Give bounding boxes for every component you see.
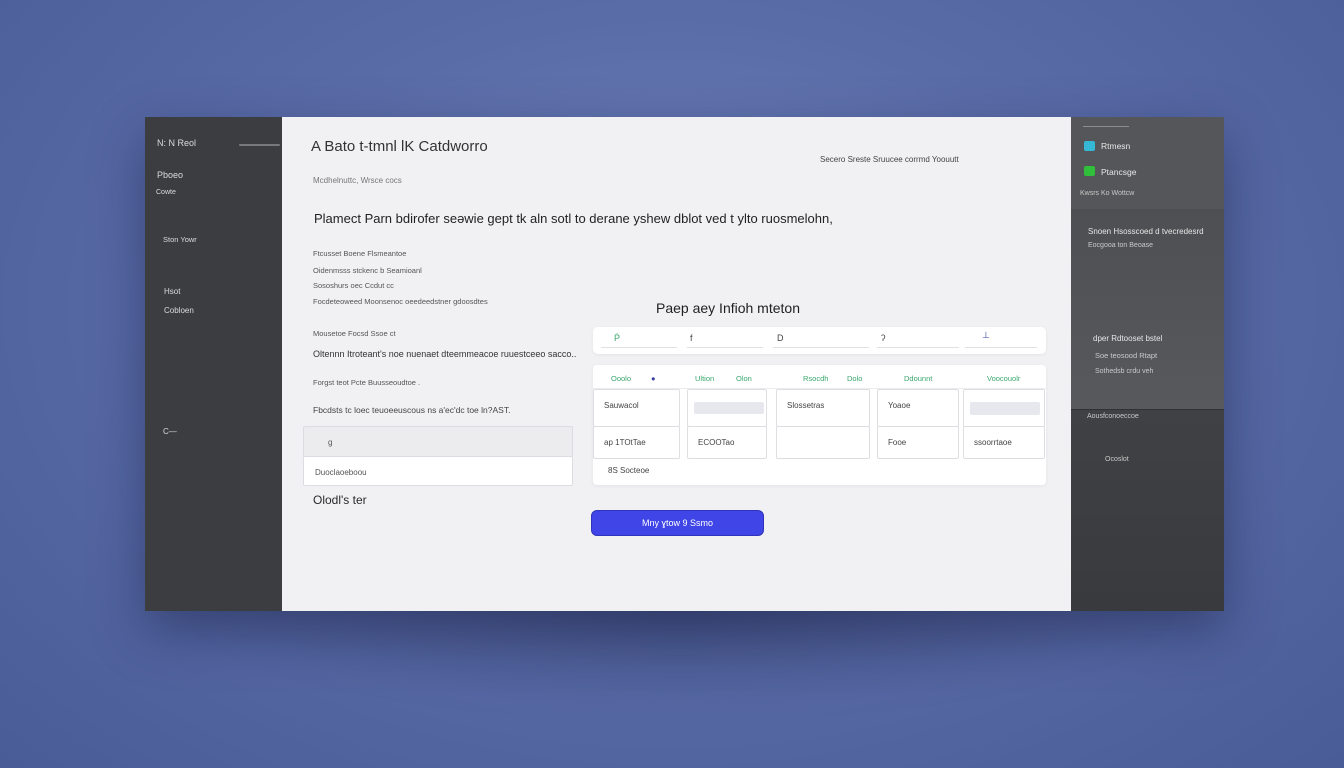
panel-item[interactable]: Ocoslot [1105,456,1129,463]
input-value: g [328,438,333,447]
data-table: Ooolo ● Ultion Olon Rsocdh Dolo Ddounnt … [593,365,1046,485]
note-text: Fbcdsts tc loec teuoeeuscous ns a'ec'dc … [313,405,511,415]
page-subtitle: Mcdhelnuttc, Wrsce cocs [313,176,402,185]
input-value: Duoclaoeboou [315,468,367,477]
note-text: Focdeteoweed Moonsenoc oeedeedstner gdoo… [313,297,488,306]
column-header[interactable]: Ooolo [611,374,631,383]
table-cell[interactable]: ssoorrtaoe [963,426,1045,459]
column-header[interactable]: Olon [736,374,752,383]
filter-field[interactable]: D [773,333,869,348]
sidebar-item[interactable]: Ston Yowr [163,235,197,244]
panel-divider [1083,126,1129,127]
table-cell[interactable]: ap 1TOtTae [593,426,680,459]
sidebar-item[interactable]: Cobloen [164,306,194,315]
column-header[interactable]: Voocouolr [987,374,1020,383]
panel-item[interactable]: Sothedsb crdu veh [1095,368,1153,375]
text-field[interactable]: Duoclaoeboou [303,456,573,486]
column-header[interactable]: Ddounnt [904,374,932,383]
table-cell[interactable]: Sauwacol [593,389,680,427]
right-panel-section: Snoen Hsosscoed d tvecredesrd Eocgooa to… [1071,209,1224,410]
sidebar-divider [239,144,280,146]
panel-item[interactable]: Rtmesn [1101,141,1130,151]
main-content: A Bato t-tmnl lK Catdworro Mcdhelnuttc, … [282,117,1071,611]
table-cell[interactable]: ECOOTao [687,426,767,459]
header-status: Secero Sreste Sruucee corrmd Yoouutt [820,155,959,164]
note-text: Ftcusset Boene Flsmeantoe [313,249,407,258]
panel-item[interactable]: Snoen Hsosscoed d tvecredesrd [1088,227,1204,236]
lead-text: Plamect Parn bdirofer seǝwie gept tk aln… [314,211,833,226]
table-cell[interactable]: Yoaoe [877,389,959,427]
sidebar-brand[interactable]: N: N Reol [157,138,196,148]
sidebar-item[interactable]: Cowte [156,189,176,196]
app-window: N: N Reol Pboeo Cowte Ston Yowr Hsot Cob… [145,117,1224,611]
filter-field[interactable]: f [687,333,763,348]
primary-action-button[interactable]: Mny ɣtow 9 Ssmo [591,510,764,536]
table-cell[interactable] [776,426,870,459]
section-label: Mousetoe Focsd Ssoe ct [313,329,396,338]
table-footer: 8S Socteoe [608,466,650,475]
panel-item[interactable]: Aousfconoeccoe [1087,413,1139,420]
sidebar-item[interactable]: Pboeo [157,170,183,180]
right-sidebar: Rtmesn Ptancsge Kwsrs Ko Wottcw Snoen Hs… [1071,117,1224,611]
left-sidebar: N: N Reol Pboeo Cowte Ston Yowr Hsot Cob… [145,117,282,611]
page-title: A Bato t-tmnl lK Catdworro [311,138,488,155]
panel-item[interactable]: Ptancsge [1101,167,1136,177]
column-header[interactable]: Ultion [695,374,714,383]
filter-field[interactable]: ⊥ [965,330,1037,348]
table-cell[interactable]: Slossetras [776,389,870,427]
panel-item[interactable]: Kwsrs Ko Wottcw [1080,190,1134,197]
filter-bar: Ṗ f D ʔ ⊥ [593,327,1046,354]
input-field[interactable]: g [303,426,573,457]
sidebar-item[interactable]: Hsot [164,287,180,296]
panel-item[interactable]: Soe teosood Rtapt [1095,351,1157,360]
column-header[interactable]: ● [651,374,656,383]
column-header[interactable]: Rsocdh [803,374,828,383]
feedback-label: Olodl's ter [313,493,367,507]
note-text: Oltennn Itroteant's noe nuenaet dteemmea… [313,349,577,359]
table-cell[interactable] [687,389,767,427]
filter-field[interactable]: ʔ [877,333,959,348]
filter-field[interactable]: Ṗ [601,333,677,348]
note-text: Forgst teot Pcte Buusseoudtoe . [313,378,421,387]
check-icon [1084,166,1095,176]
sidebar-item[interactable]: C— [163,427,177,436]
right-panel-section: Rtmesn Ptancsge Kwsrs Ko Wottcw [1071,117,1224,210]
table-cell[interactable]: Fooe [877,426,959,459]
panel-item[interactable]: dper Rdtooset bstel [1093,334,1162,343]
panel-title: Paep aey Infioh mteton [656,300,800,316]
panel-item[interactable]: Eocgooa ton Beoase [1088,242,1153,249]
column-header[interactable]: Dolo [847,374,862,383]
note-text: Sososhurs oec Ccdut cc [313,281,394,290]
note-text: Oidenmsss stckenc b Seamioanl [313,266,422,275]
app-icon [1084,141,1095,151]
table-cell[interactable] [963,389,1045,427]
